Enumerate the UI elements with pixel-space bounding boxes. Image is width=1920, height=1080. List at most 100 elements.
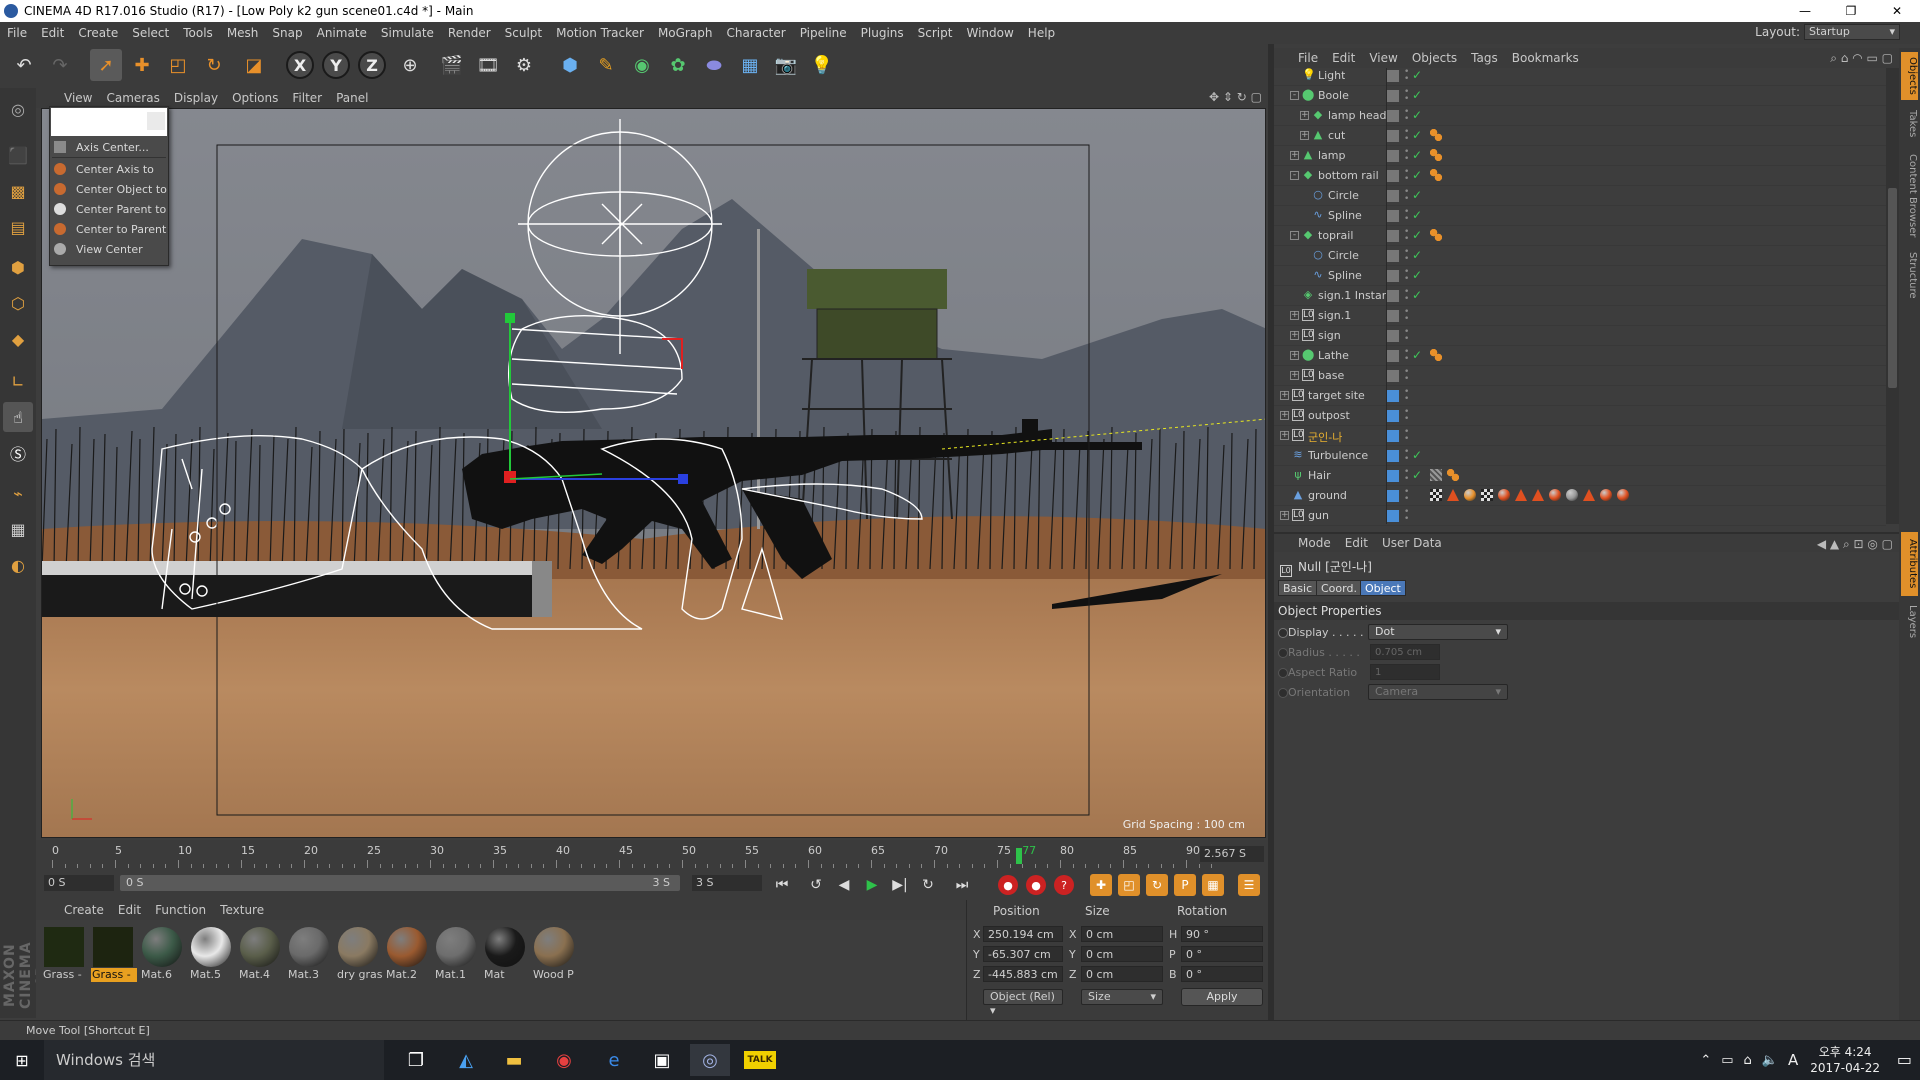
object-tag-icon[interactable] bbox=[1617, 489, 1629, 501]
object-tag-icon[interactable] bbox=[1447, 469, 1459, 481]
keyframe-selection-icon[interactable]: ? bbox=[1054, 875, 1074, 895]
visibility-dots[interactable]: • • bbox=[1404, 488, 1409, 504]
windows-search-box[interactable]: Windows 검색 bbox=[44, 1040, 384, 1080]
expand-icon[interactable]: + bbox=[1290, 331, 1299, 340]
chrome-icon[interactable]: ◉ bbox=[544, 1044, 584, 1076]
tweak-mode-icon[interactable]: ☝ bbox=[3, 402, 33, 432]
object-manager-search-home-icons[interactable]: ⌕ ⌂ ◠ ▭ ▢ bbox=[1830, 51, 1893, 66]
minimize-button[interactable]: — bbox=[1782, 0, 1828, 22]
layer-color-swatch[interactable] bbox=[1387, 510, 1399, 522]
material-menu-function[interactable]: Function bbox=[148, 903, 213, 917]
menu-pipeline[interactable]: Pipeline bbox=[793, 26, 854, 40]
layer-color-swatch[interactable] bbox=[1387, 70, 1399, 82]
play-icon[interactable]: ▶ bbox=[860, 873, 884, 897]
side-tab-takes[interactable]: Takes bbox=[1901, 104, 1918, 144]
menu-select[interactable]: Select bbox=[125, 26, 176, 40]
aspect-ratio-animate-radio[interactable] bbox=[1278, 668, 1288, 678]
pen-spline-icon[interactable]: ✎ bbox=[590, 49, 622, 81]
attribute-navigation-icons[interactable]: ◀ ▲ ⌕ ⊡ ◎ ▢ bbox=[1817, 537, 1893, 552]
visibility-dots[interactable]: • • bbox=[1404, 348, 1409, 364]
expand-icon[interactable]: + bbox=[1300, 111, 1309, 120]
axis-mode-icon[interactable]: ∟ bbox=[3, 366, 33, 396]
render-to-picture-viewer-icon[interactable]: 🎞 bbox=[472, 49, 504, 81]
visibility-dots[interactable]: • • bbox=[1404, 168, 1409, 184]
material-swatch[interactable]: Mat.4 bbox=[238, 926, 284, 984]
material-swatch[interactable]: Mat.5 bbox=[189, 926, 235, 984]
layer-color-swatch[interactable] bbox=[1387, 170, 1399, 182]
autokeying-icon[interactable]: ● bbox=[1026, 875, 1046, 895]
object-tag-icon[interactable] bbox=[1430, 229, 1442, 241]
workplane-mode-icon[interactable]: ▤ bbox=[3, 212, 33, 242]
points-mode-icon[interactable]: ⬢ bbox=[3, 252, 33, 282]
menu-tools[interactable]: Tools bbox=[176, 26, 220, 40]
size-y-field[interactable]: 0 cm bbox=[1081, 946, 1163, 962]
object-row[interactable]: ▲ ground • • bbox=[1274, 486, 1886, 506]
cube-icon[interactable]: ⬢ bbox=[554, 49, 586, 81]
previous-key-icon[interactable]: ↺ bbox=[804, 873, 828, 897]
attribute-menu-edit[interactable]: Edit bbox=[1338, 536, 1375, 550]
object-tag-icon[interactable] bbox=[1464, 489, 1476, 501]
start-time-field[interactable]: 0 S bbox=[44, 875, 114, 891]
coordinate-system-icon[interactable]: ⊕ bbox=[394, 49, 426, 81]
tab-coord[interactable]: Coord. bbox=[1316, 580, 1362, 596]
object-row[interactable]: ψ Hair • • ✓ bbox=[1274, 466, 1886, 486]
collapse-icon[interactable]: - bbox=[1290, 91, 1299, 100]
volume-icon[interactable]: 🔈 bbox=[1762, 1053, 1778, 1068]
menu-item-center-axis-to[interactable]: Center Axis to bbox=[50, 159, 168, 179]
camera-icon[interactable]: 📷 bbox=[770, 49, 802, 81]
enabled-check-icon[interactable]: ✓ bbox=[1412, 168, 1422, 182]
object-tag-icon[interactable] bbox=[1566, 489, 1578, 501]
layer-color-swatch[interactable] bbox=[1387, 450, 1399, 462]
solo-mode-icon[interactable]: ◐ bbox=[3, 550, 33, 580]
object-tag-icon[interactable] bbox=[1430, 349, 1442, 361]
material-swatch[interactable]: Mat.2 bbox=[385, 926, 431, 984]
visibility-dots[interactable]: • • bbox=[1404, 508, 1409, 524]
object-row[interactable]: + ▲ cut • • ✓ bbox=[1274, 126, 1886, 146]
position-x-field[interactable]: 250.194 cm bbox=[983, 926, 1063, 942]
object-manager-scrollbar[interactable] bbox=[1886, 68, 1899, 524]
material-menu-texture[interactable]: Texture bbox=[213, 903, 271, 917]
expand-icon[interactable]: + bbox=[1290, 151, 1299, 160]
visibility-dots[interactable]: • • bbox=[1404, 88, 1409, 104]
object-menu-objects[interactable]: Objects bbox=[1405, 51, 1464, 65]
layer-color-swatch[interactable] bbox=[1387, 370, 1399, 382]
end-time-field[interactable]: 3 S bbox=[692, 875, 762, 891]
object-tag-icon[interactable] bbox=[1430, 489, 1442, 501]
record-active-objects-icon[interactable]: ● bbox=[998, 875, 1018, 895]
texture-mode-icon[interactable]: ▩ bbox=[3, 176, 33, 206]
enabled-check-icon[interactable]: ✓ bbox=[1412, 268, 1422, 282]
material-swatch[interactable]: Mat.3 bbox=[287, 926, 333, 984]
menu-snap[interactable]: Snap bbox=[265, 26, 309, 40]
menu-mograph[interactable]: MoGraph bbox=[651, 26, 720, 40]
enabled-check-icon[interactable]: ✓ bbox=[1412, 448, 1422, 462]
rotation-b-field[interactable]: 0 ° bbox=[1181, 966, 1263, 982]
viewport-menu-cameras[interactable]: Cameras bbox=[99, 91, 166, 105]
next-frame-icon[interactable]: ▶| bbox=[888, 873, 912, 897]
object-menu-bookmarks[interactable]: Bookmarks bbox=[1505, 51, 1586, 65]
go-to-end-icon[interactable]: ⏭ bbox=[950, 873, 974, 897]
enabled-check-icon[interactable]: ✓ bbox=[1412, 248, 1422, 262]
notification-icon[interactable]: ▭ bbox=[1897, 1050, 1912, 1069]
object-tag-icon[interactable] bbox=[1430, 169, 1442, 181]
keyboard-icon[interactable]: ▭ bbox=[1721, 1053, 1733, 1068]
menu-item-center-parent-to[interactable]: Center Parent to bbox=[50, 199, 168, 219]
object-row[interactable]: + L0 target site • • bbox=[1274, 386, 1886, 406]
enabled-check-icon[interactable]: ✓ bbox=[1412, 288, 1422, 302]
network-icon[interactable]: ⌂ bbox=[1744, 1053, 1752, 1068]
aspect-ratio-field[interactable]: 1 bbox=[1370, 664, 1440, 680]
layer-color-swatch[interactable] bbox=[1387, 190, 1399, 202]
windows-start-icon[interactable]: ⊞ bbox=[0, 1040, 44, 1080]
cloner-icon[interactable]: ✿ bbox=[662, 49, 694, 81]
object-tag-icon[interactable] bbox=[1481, 489, 1493, 501]
file-explorer-icon[interactable]: ▬ bbox=[494, 1044, 534, 1076]
object-menu-file[interactable]: File bbox=[1274, 51, 1325, 65]
layer-color-swatch[interactable] bbox=[1387, 290, 1399, 302]
go-to-start-icon[interactable]: ⏮ bbox=[770, 873, 794, 897]
material-swatch[interactable]: dry gras bbox=[336, 926, 382, 984]
tab-basic[interactable]: Basic bbox=[1278, 580, 1318, 596]
tray-expand-icon[interactable]: ⌃ bbox=[1700, 1053, 1711, 1068]
menu-render[interactable]: Render bbox=[441, 26, 498, 40]
task-view-icon[interactable]: ❐ bbox=[396, 1044, 436, 1076]
object-row[interactable]: - ◆ bottom rail • • ✓ bbox=[1274, 166, 1886, 186]
enabled-check-icon[interactable]: ✓ bbox=[1412, 208, 1422, 222]
